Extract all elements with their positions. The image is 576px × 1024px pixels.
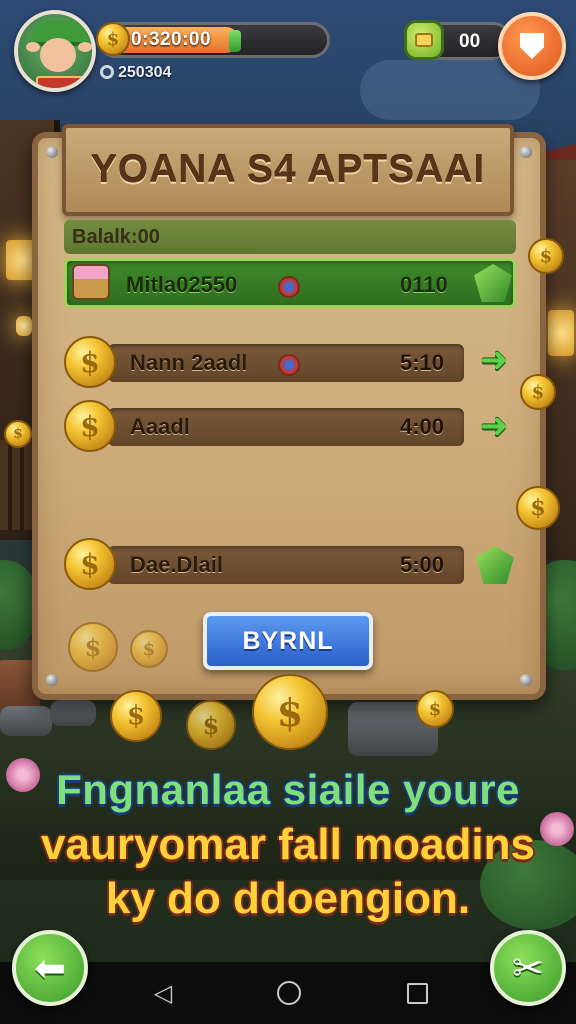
- tools-button[interactable]: ✂: [490, 930, 566, 1006]
- ring-icon: [100, 65, 114, 79]
- coin-icon: $: [252, 674, 328, 750]
- add-coins-button[interactable]: [229, 30, 241, 52]
- balance-bar: Balalk:00: [64, 220, 516, 254]
- lit-window: [548, 310, 574, 356]
- confirm-button-label: BYRNL: [242, 626, 334, 655]
- coin-icon: $: [516, 486, 560, 530]
- arrow-icon[interactable]: ➜: [472, 338, 516, 382]
- row-name: Dae.Dlail: [130, 552, 223, 577]
- row-name: Nann 2aadl: [130, 350, 248, 375]
- rock: [0, 706, 52, 736]
- gem-dot-icon: [278, 354, 300, 376]
- row-name: Mitla02550: [126, 272, 238, 297]
- row-time: 5:00: [400, 552, 445, 577]
- promo-caption-line-3: ky do ddoengion.: [105, 874, 471, 923]
- nav-home-button[interactable]: [274, 978, 304, 1008]
- rock: [50, 700, 96, 726]
- coin-icon: $: [64, 400, 116, 452]
- nail: [46, 674, 58, 686]
- nail: [46, 146, 58, 158]
- secondary-stat-value: 250304: [118, 64, 172, 81]
- coin-icon: $: [110, 690, 162, 742]
- coin-icon: $: [130, 630, 168, 668]
- coin-icon: $: [520, 374, 556, 410]
- shield-icon: [520, 33, 544, 59]
- nav-back-button[interactable]: ◁: [148, 978, 178, 1008]
- coin-balance-bar[interactable]: 0:320:00: [98, 22, 330, 58]
- nail: [520, 674, 532, 686]
- nav-recents-button[interactable]: [402, 978, 432, 1008]
- row-time: 0110: [400, 272, 448, 297]
- coin-balance-value: 0:320:00: [131, 29, 212, 50]
- coin-icon: $: [64, 538, 116, 590]
- coin-icon: $: [4, 420, 32, 448]
- secondary-stat: 250304: [100, 64, 171, 82]
- coin-icon: $: [64, 336, 116, 388]
- balance-label: Balalk:00: [72, 226, 160, 248]
- tools-icon: ✂: [512, 946, 544, 990]
- row-name: Aaadl: [130, 414, 190, 439]
- back-arrow-icon: ⬅: [34, 946, 66, 990]
- coin-icon: $: [186, 700, 236, 750]
- avatar-face: [40, 38, 76, 72]
- reward-row[interactable]: $ Dae.Dlail 5:00: [64, 538, 516, 590]
- gem-icon: [404, 20, 444, 60]
- title-plank: YOANA S4 APTSAAI: [62, 124, 514, 216]
- nail: [520, 146, 532, 158]
- recents-icon: [406, 982, 428, 1004]
- avatar-badge: [36, 76, 84, 88]
- gem-balance-value: 00: [459, 31, 481, 52]
- home-icon: [277, 981, 301, 1005]
- coin-icon: $: [416, 690, 454, 728]
- promo-caption-line-1: Fngnanlaa siaile youre: [56, 766, 520, 813]
- reward-row[interactable]: Mitla02550 0110: [64, 258, 516, 308]
- arrow-icon[interactable]: ➜: [472, 404, 516, 448]
- coin-icon: $: [68, 622, 118, 672]
- player-avatar[interactable]: [14, 10, 96, 92]
- board-title: YOANA S4 APTSAAI: [90, 148, 486, 191]
- coin-icon: $: [528, 238, 564, 274]
- coin-icon: $: [96, 22, 130, 56]
- gem-dot-icon: [278, 276, 300, 298]
- reward-row[interactable]: $ Nann 2aadl 5:10 ➜: [64, 336, 516, 388]
- back-button[interactable]: ⬅: [12, 930, 88, 1006]
- reward-row[interactable]: $ Aaadl 4:00 ➜: [64, 400, 516, 452]
- row-time: 5:10: [400, 350, 445, 375]
- confirm-button[interactable]: BYRNL: [203, 612, 373, 670]
- avatar-ear: [78, 42, 92, 52]
- leaf-icon[interactable]: [476, 546, 514, 584]
- chest-icon: [72, 264, 110, 300]
- lantern: [16, 316, 32, 336]
- row-time: 4:00: [400, 414, 445, 439]
- avatar-ear: [26, 42, 40, 52]
- promo-caption-line-2: vauryomar fall moadins: [41, 820, 535, 869]
- shield-button[interactable]: [498, 12, 566, 80]
